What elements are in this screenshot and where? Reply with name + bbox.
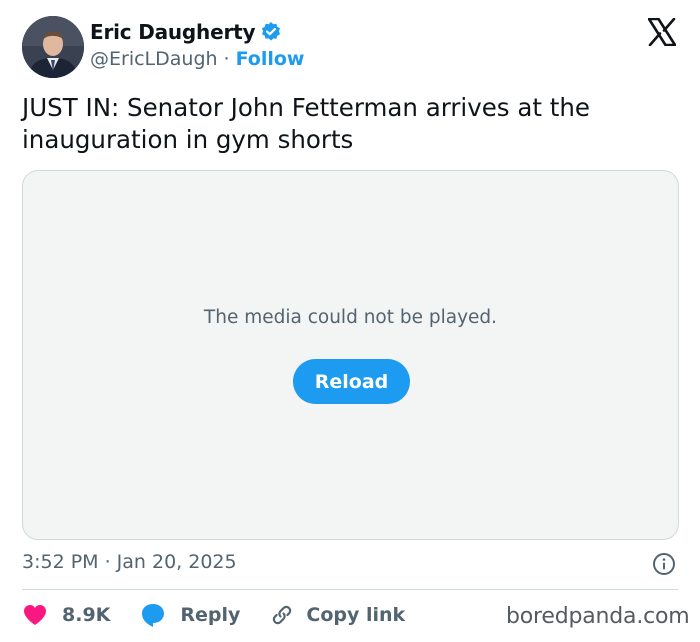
author-handle-row: @EricLDaugh · Follow xyxy=(90,48,305,70)
tweet-text: JUST IN: Senator John Fetterman arrives … xyxy=(22,93,590,154)
like-count: 8.9K xyxy=(62,604,111,626)
tweet-actions: 8.9K Reply Copy link xyxy=(22,600,405,630)
copy-link-label: Copy link xyxy=(306,604,406,626)
avatar[interactable] xyxy=(22,16,84,78)
like-button[interactable]: 8.9K xyxy=(22,603,110,627)
info-icon[interactable] xyxy=(652,552,676,576)
reload-button[interactable]: Reload xyxy=(293,359,410,404)
separator-dot: · xyxy=(223,48,230,70)
copy-link-button[interactable]: Copy link xyxy=(270,603,405,627)
verified-badge-icon xyxy=(260,21,282,43)
author-name[interactable]: Eric Daugherty xyxy=(90,20,256,44)
divider xyxy=(22,589,678,590)
link-icon xyxy=(270,603,294,627)
watermark: boredpanda.com xyxy=(506,604,690,629)
reply-label: Reply xyxy=(180,604,241,626)
heart-icon xyxy=(22,603,48,627)
media-player[interactable]: The media could not be played. Reload xyxy=(22,170,679,540)
author-name-row: Eric Daugherty xyxy=(90,20,282,44)
media-error-message: The media could not be played. xyxy=(203,307,498,328)
follow-button[interactable]: Follow xyxy=(236,48,305,70)
x-logo-icon[interactable] xyxy=(647,17,677,47)
speech-bubble-icon xyxy=(140,602,166,628)
author-handle[interactable]: @EricLDaugh xyxy=(90,48,218,70)
reply-button[interactable]: Reply xyxy=(140,602,240,628)
tweet-timestamp[interactable]: 3:52 PM · Jan 20, 2025 xyxy=(22,551,237,573)
